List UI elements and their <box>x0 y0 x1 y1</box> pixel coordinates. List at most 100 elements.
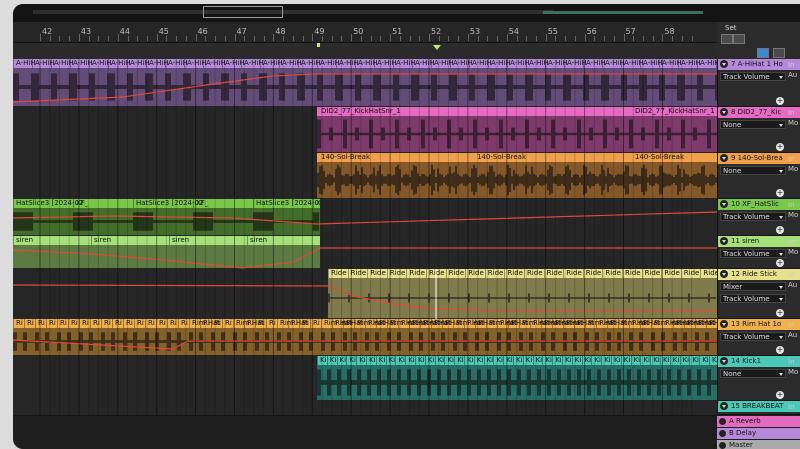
automation-device-chooser[interactable]: None <box>720 166 786 175</box>
io-field[interactable]: In <box>788 61 800 70</box>
io-field[interactable]: Mo <box>788 368 800 377</box>
device-chooser-value: None <box>723 370 742 378</box>
chevron-down-icon <box>779 170 783 173</box>
parameter-chooser-value: Track Volume <box>723 295 770 303</box>
device-chooser-value: Track Volume <box>723 250 770 258</box>
track-name-label: 13 Rim Hat 1o <box>731 320 782 328</box>
device-chooser-value: Track Volume <box>723 73 770 81</box>
track-name-label: 8 DID2_77_Kic <box>731 108 782 116</box>
chevron-down-icon <box>779 76 783 79</box>
set-panel: Set <box>717 22 800 59</box>
add-automation-lane-button[interactable]: + <box>776 391 784 399</box>
io-field[interactable]: Mo <box>788 248 800 257</box>
device-chooser-value: Track Volume <box>723 213 770 221</box>
fold-chevron-icon[interactable] <box>720 60 728 68</box>
set-prev-button[interactable] <box>721 34 733 44</box>
automation-device-chooser[interactable]: None <box>720 369 786 378</box>
io-field[interactable]: In <box>788 271 800 280</box>
io-field[interactable]: Mo <box>788 211 800 220</box>
track-name-label: 7 A-HiHat 1 Ho <box>731 60 783 68</box>
set-next-button[interactable] <box>733 34 745 44</box>
waveforms-and-automation <box>13 59 717 415</box>
chevron-down-icon <box>779 298 783 301</box>
track-header-t9[interactable]: 9 140-Sol-Brea None + In Mo <box>717 153 800 199</box>
fold-chevron-icon[interactable] <box>719 430 726 437</box>
return-track-2[interactable]: Master <box>717 440 800 449</box>
track-name-label: 14 Kick1 <box>731 357 762 365</box>
track-header-t7[interactable]: 7 A-HiHat 1 Ho Track Volume + In Au <box>717 59 800 107</box>
lock-button[interactable] <box>773 48 785 58</box>
track-header-t14[interactable]: 14 Kick1 None + In Mo <box>717 356 800 401</box>
device-chooser-value: Mixer <box>723 283 743 291</box>
device-chooser-value: None <box>723 121 742 129</box>
track-name-label: 9 140-Sol-Brea <box>731 154 783 162</box>
arrangement-view: 42 43 44 45 46 47 48 49 50 51 52 53 54 55 56 57 58 Set A… <box>13 4 800 449</box>
io-field[interactable]: In <box>788 321 800 330</box>
track-header-t12[interactable]: 12 Ride Stick Mixer Track Volume + In Au <box>717 269 800 319</box>
add-automation-lane-button[interactable]: + <box>776 259 784 267</box>
fold-chevron-icon[interactable] <box>720 154 728 162</box>
return-track-name: B Delay <box>729 429 757 437</box>
chevron-down-icon <box>779 124 783 127</box>
fold-chevron-icon[interactable] <box>720 402 728 410</box>
chevron-down-icon <box>779 373 783 376</box>
stage: 42 43 44 45 46 47 48 49 50 51 52 53 54 55 56 57 58 Set A… <box>0 0 800 449</box>
io-field[interactable]: In <box>788 109 800 118</box>
io-field[interactable]: Mo <box>788 119 800 128</box>
fold-chevron-icon[interactable] <box>719 442 726 449</box>
waveform <box>328 293 716 303</box>
waveform <box>13 73 717 101</box>
add-automation-lane-button[interactable]: + <box>776 189 784 197</box>
add-automation-lane-button[interactable]: + <box>776 97 784 105</box>
automation-device-chooser[interactable]: Mixer <box>720 282 786 291</box>
track-name-label: 10 XF_HatSlic <box>731 200 779 208</box>
automation-device-chooser[interactable]: None <box>720 120 786 129</box>
draw-mode-button[interactable] <box>757 48 769 58</box>
track-name-label: 11 siren <box>731 237 760 245</box>
io-field[interactable]: In <box>788 403 800 412</box>
return-track-name: Master <box>729 441 753 449</box>
device-chooser-value: None <box>723 167 742 175</box>
track-header-t8[interactable]: 8 DID2_77_Kic None + In Mo <box>717 107 800 153</box>
add-automation-lane-button[interactable]: + <box>776 309 784 317</box>
track-header-t11[interactable]: 11 siren Track Volume + In Mo <box>717 236 800 269</box>
fold-chevron-icon[interactable] <box>720 200 728 208</box>
chevron-down-icon <box>779 286 783 289</box>
automation-parameter-chooser[interactable]: Track Volume <box>720 294 786 303</box>
track-header-t10[interactable]: 10 XF_HatSlic Track Volume + In Mo <box>717 199 800 236</box>
automation-line[interactable] <box>13 247 717 269</box>
track-name-label: 15 BREAKBEAT <box>731 402 784 410</box>
fold-chevron-icon[interactable] <box>720 108 728 116</box>
fold-chevron-icon[interactable] <box>720 237 728 245</box>
fold-chevron-icon[interactable] <box>720 270 728 278</box>
fold-chevron-icon[interactable] <box>720 320 728 328</box>
device-chooser-value: Track Volume <box>723 333 770 341</box>
fold-chevron-icon[interactable] <box>719 418 726 425</box>
return-track-name: A Reverb <box>729 417 761 425</box>
io-field[interactable]: Au <box>788 281 800 290</box>
return-track-1[interactable]: B Delay <box>717 428 800 439</box>
automation-device-chooser[interactable]: Track Volume <box>720 72 786 81</box>
io-field[interactable]: Au <box>788 331 800 340</box>
automation-device-chooser[interactable]: Track Volume <box>720 332 786 341</box>
chevron-down-icon <box>779 253 783 256</box>
set-label: Set <box>725 24 737 32</box>
fold-chevron-icon[interactable] <box>720 357 728 365</box>
automation-device-chooser[interactable]: Track Volume <box>720 249 786 258</box>
io-field[interactable]: In <box>788 155 800 164</box>
automation-device-chooser[interactable]: Track Volume <box>720 212 786 221</box>
track-header-t13[interactable]: 13 Rim Hat 1o Track Volume + In Au <box>717 319 800 356</box>
chevron-down-icon <box>779 336 783 339</box>
io-field[interactable]: In <box>788 238 800 247</box>
track-header-t15[interactable]: 15 BREAKBEAT In <box>717 401 800 415</box>
io-field[interactable]: Au <box>788 71 800 80</box>
add-automation-lane-button[interactable]: + <box>776 226 784 234</box>
return-track-0[interactable]: A Reverb <box>717 416 800 427</box>
io-field[interactable]: Mo <box>788 165 800 174</box>
add-automation-lane-button[interactable]: + <box>776 346 784 354</box>
chevron-down-icon <box>779 216 783 219</box>
track-name-label: 12 Ride Stick <box>731 270 777 278</box>
io-field[interactable]: In <box>788 358 800 367</box>
add-automation-lane-button[interactable]: + <box>776 143 784 151</box>
io-field[interactable]: In <box>788 201 800 210</box>
